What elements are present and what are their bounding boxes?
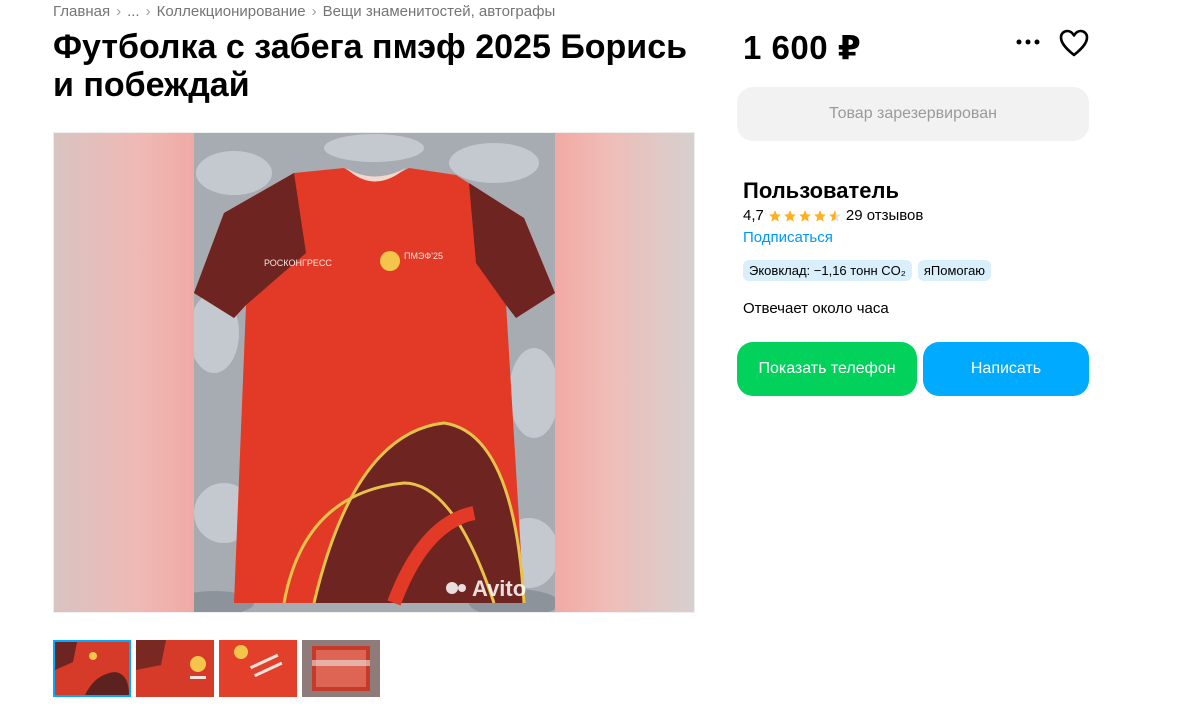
main-photo[interactable]: РОСКОНГРЕСС ПМЭФ'25 Avito bbox=[53, 132, 695, 613]
show-phone-button[interactable]: Показать телефон bbox=[737, 342, 917, 396]
breadcrumb-separator: › bbox=[145, 3, 151, 20]
thumbnail-4[interactable] bbox=[302, 640, 380, 697]
eco-badge[interactable]: Эковклад: −1,16 тонн CO₂ bbox=[743, 260, 912, 281]
response-time: Отвечает около часа bbox=[743, 300, 889, 317]
star-icon bbox=[784, 209, 796, 222]
thumbnail-1[interactable] bbox=[53, 640, 131, 697]
photo-watermark: Avito bbox=[472, 576, 526, 601]
star-icon bbox=[769, 209, 781, 222]
seller-name[interactable]: Пользователь bbox=[743, 178, 899, 204]
more-options-icon[interactable] bbox=[1014, 32, 1042, 52]
price: 1 600 ₽ bbox=[743, 29, 862, 66]
rating-value: 4,7 bbox=[743, 207, 764, 224]
thumbnail-3[interactable] bbox=[219, 640, 297, 697]
photo-blur-right bbox=[554, 133, 694, 612]
breadcrumb-home[interactable]: Главная bbox=[53, 3, 110, 20]
breadcrumb-celebrity-items[interactable]: Вещи знаменитостей, автографы bbox=[323, 3, 556, 20]
breadcrumb-separator: › bbox=[311, 3, 317, 20]
reserved-status-button: Товар зарезервирован bbox=[737, 87, 1089, 141]
rating-stars bbox=[768, 209, 842, 223]
favorite-heart-icon[interactable] bbox=[1058, 28, 1090, 58]
tshirt-photo: РОСКОНГРЕСС ПМЭФ'25 Avito bbox=[194, 133, 555, 612]
half-star-icon bbox=[829, 209, 841, 222]
helping-badge[interactable]: яПомогаю bbox=[917, 260, 992, 281]
subscribe-link[interactable]: Подписаться bbox=[743, 229, 833, 246]
seller-rating: 4,7 29 отзывов bbox=[743, 207, 923, 224]
star-icon bbox=[814, 209, 826, 222]
breadcrumb: Главная › ... › Коллекционирование › Вещ… bbox=[53, 3, 555, 20]
photo-brand-right: ПМЭФ'25 bbox=[404, 251, 443, 261]
breadcrumb-collecting[interactable]: Коллекционирование bbox=[157, 3, 306, 20]
star-icon bbox=[799, 209, 811, 222]
thumbnail-2[interactable] bbox=[136, 640, 214, 697]
photo-brand-left: РОСКОНГРЕСС bbox=[264, 258, 332, 268]
page-title: Футболка с забега пмэф 2025 Борись и поб… bbox=[53, 28, 688, 104]
breadcrumb-ellipsis[interactable]: ... bbox=[127, 3, 140, 20]
seller-badges: Эковклад: −1,16 тонн CO₂ яПомогаю bbox=[743, 260, 992, 281]
breadcrumb-separator: › bbox=[116, 3, 122, 20]
reviews-count[interactable]: 29 отзывов bbox=[846, 207, 924, 224]
thumbnail-strip bbox=[53, 640, 380, 697]
photo-blur-left bbox=[54, 133, 194, 612]
write-message-button[interactable]: Написать bbox=[923, 342, 1089, 396]
